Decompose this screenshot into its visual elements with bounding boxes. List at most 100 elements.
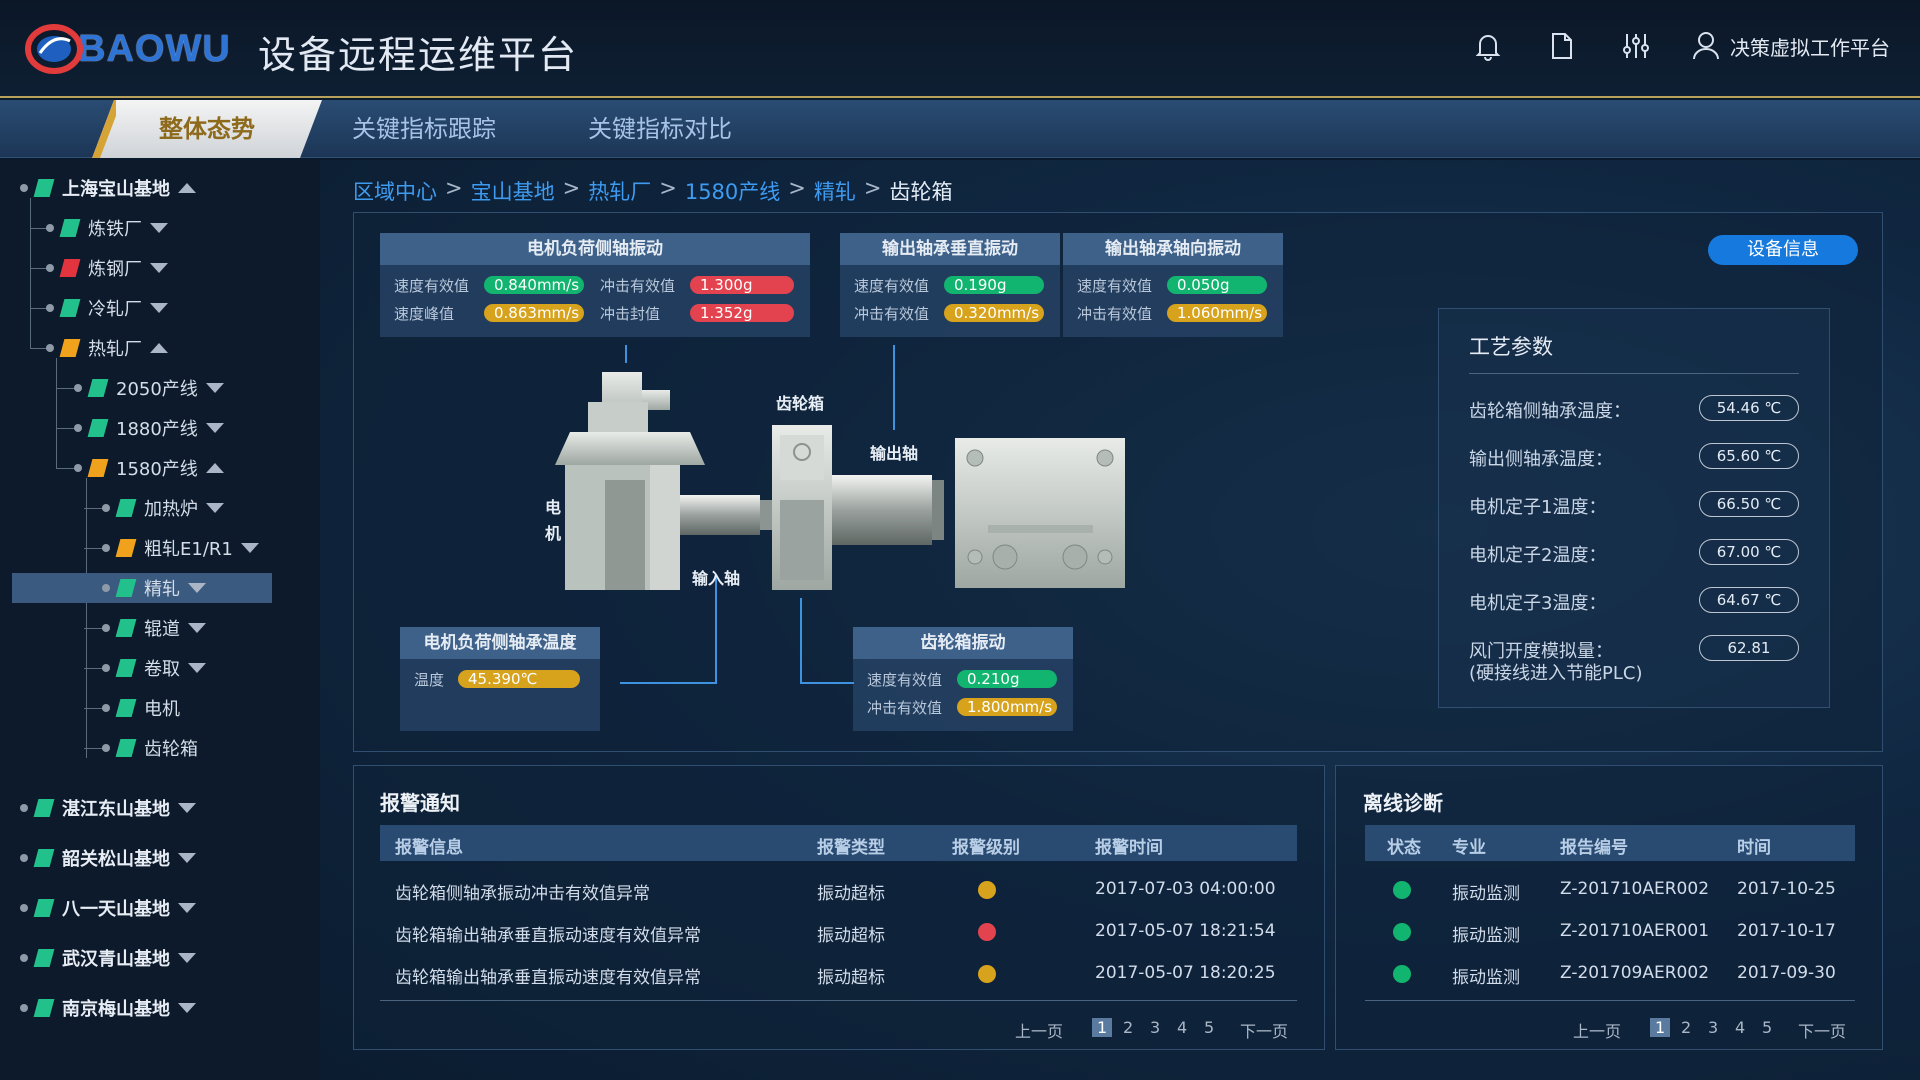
tree-item[interactable]: 炼钢厂 — [46, 253, 168, 283]
tree-item[interactable]: 1580产线 — [74, 453, 224, 483]
tree-item[interactable]: 2050产线 — [74, 373, 224, 403]
tree-item[interactable]: 辊道 — [102, 613, 206, 643]
tree-item[interactable]: 粗轧E1/R1 — [102, 533, 259, 563]
offline-row[interactable]: 振动监测 Z-201709AER002 2017-09-30 — [1365, 959, 1855, 989]
tree-item[interactable]: 湛江东山基地 — [20, 793, 196, 823]
tree-node-dot — [74, 384, 82, 392]
tab-kpi-tracking[interactable]: 关键指标跟踪 — [352, 100, 496, 158]
caret-down-icon[interactable] — [150, 303, 168, 313]
pager-page[interactable]: 2 — [1681, 1018, 1691, 1037]
caret-down-icon[interactable] — [188, 583, 206, 593]
pager-page[interactable]: 5 — [1204, 1018, 1214, 1037]
col-alarm-time: 报警时间 — [1095, 838, 1163, 858]
motor-shape — [555, 372, 705, 590]
load-block-shape — [955, 438, 1125, 588]
caret-down-icon[interactable] — [178, 853, 196, 863]
caret-down-icon[interactable] — [205, 423, 224, 433]
tree-item[interactable]: 齿轮箱 — [102, 733, 198, 763]
tab-overall[interactable]: 整体态势 — [92, 100, 322, 158]
tree-item[interactable]: 精轧 — [12, 573, 272, 603]
gearbox-shape — [772, 425, 832, 590]
tree-item[interactable]: 武汉青山基地 — [20, 943, 196, 973]
pager-page[interactable]: 4 — [1735, 1018, 1745, 1037]
status-flag-icon — [115, 499, 137, 517]
tree-item[interactable]: 卷取 — [102, 653, 206, 683]
breadcrumb-plant[interactable]: 热轧厂 — [588, 176, 651, 206]
tree-item[interactable]: 南京梅山基地 — [20, 993, 196, 1023]
alarm-info: 齿轮箱输出轴承垂直振动速度有效值异常 — [395, 926, 701, 946]
bell-icon[interactable] — [1470, 28, 1506, 64]
pager-page[interactable]: 5 — [1762, 1018, 1772, 1037]
alarm-row[interactable]: 齿轮箱输出轴承垂直振动速度有效值异常 振动超标 2017-05-07 18:20… — [380, 959, 1297, 989]
breadcrumb-section[interactable]: 精轧 — [814, 176, 856, 206]
tree-item-label: 炼铁厂 — [88, 219, 142, 240]
caret-down-icon[interactable] — [178, 903, 196, 913]
tree-node-dot — [20, 954, 28, 962]
connector-line — [620, 682, 717, 684]
tree-item[interactable]: 加热炉 — [102, 493, 224, 523]
caret-down-icon[interactable] — [206, 503, 224, 513]
caret-up-icon[interactable] — [150, 343, 168, 353]
caret-down-icon[interactable] — [178, 803, 196, 813]
caret-down-icon[interactable] — [150, 263, 168, 273]
alarm-row[interactable]: 齿轮箱侧轴承振动冲击有效值异常 振动超标 2017-07-03 04:00:00 — [380, 875, 1297, 905]
param-label: 输出侧轴承温度： — [1469, 449, 1613, 470]
metric-label: 速度有效值 — [1077, 276, 1153, 295]
caret-up-icon[interactable] — [205, 463, 224, 473]
breadcrumb-region[interactable]: 区域中心 — [353, 176, 437, 206]
tree-node-dot — [20, 854, 28, 862]
caret-down-icon[interactable] — [178, 953, 196, 963]
tree-item[interactable]: 八一天山基地 — [20, 893, 196, 923]
tree-item[interactable]: 冷轧厂 — [46, 293, 168, 323]
tree-item-label: 上海宝山基地 — [62, 179, 170, 200]
pager-page[interactable]: 1 — [1650, 1018, 1671, 1037]
document-icon[interactable] — [1544, 28, 1580, 64]
user-menu[interactable]: 决策虚拟工作平台 — [1692, 31, 1890, 61]
caret-down-icon[interactable] — [188, 663, 206, 673]
tree-item[interactable]: 热轧厂 — [46, 333, 168, 363]
caret-down-icon[interactable] — [240, 543, 259, 553]
pager-page[interactable]: 1 — [1092, 1018, 1113, 1037]
tree-item-label: 精轧 — [144, 579, 180, 600]
sliders-icon[interactable] — [1618, 28, 1654, 64]
offline-time: 2017-10-17 — [1737, 921, 1836, 941]
param-value: 67.00 ℃ — [1699, 539, 1799, 565]
caret-up-icon[interactable] — [178, 183, 196, 193]
pager-page[interactable]: 3 — [1150, 1018, 1160, 1037]
caret-down-icon[interactable] — [205, 383, 224, 393]
tree-item[interactable]: 电机 — [102, 693, 180, 723]
caret-down-icon[interactable] — [178, 1003, 196, 1013]
pager-prev[interactable]: 上一页 — [1573, 1018, 1621, 1042]
metric-label: 速度有效值 — [854, 276, 930, 295]
caret-down-icon[interactable] — [150, 223, 168, 233]
pager-next[interactable]: 下一页 — [1798, 1018, 1846, 1042]
pager-page[interactable]: 2 — [1123, 1018, 1133, 1037]
connector-line — [625, 345, 627, 363]
status-flag-icon — [33, 799, 55, 817]
param-label-note: (硬接线进入节能PLC) — [1469, 663, 1643, 684]
offline-row[interactable]: 振动监测 Z-201710AER002 2017-10-25 — [1365, 875, 1855, 905]
tree-item[interactable]: 1880产线 — [74, 413, 224, 443]
caret-down-icon[interactable] — [188, 623, 206, 633]
pager-prev[interactable]: 上一页 — [1015, 1018, 1063, 1042]
tree-item[interactable]: 韶关松山基地 — [20, 843, 196, 873]
offline-row[interactable]: 振动监测 Z-201710AER001 2017-10-17 — [1365, 917, 1855, 947]
tab-kpi-compare[interactable]: 关键指标对比 — [588, 100, 732, 158]
alarm-row[interactable]: 齿轮箱输出轴承垂直振动速度有效值异常 振动超标 2017-05-07 18:21… — [380, 917, 1297, 947]
tree-item[interactable]: 炼铁厂 — [46, 213, 168, 243]
breadcrumb-base[interactable]: 宝山基地 — [471, 176, 555, 206]
metric-box-output-vertical: 输出轴承垂直振动 速度有效值 0.190g 冲击有效值 0.320mm/s — [840, 233, 1060, 337]
pager-page[interactable]: 4 — [1177, 1018, 1187, 1037]
pager-page[interactable]: 3 — [1708, 1018, 1718, 1037]
breadcrumb-line[interactable]: 1580产线 — [685, 176, 780, 206]
tree-item-label: 辊道 — [144, 619, 180, 640]
top-bar: BAOWU 设备远程运维平台 决策虚拟工作平台 — [0, 0, 1920, 98]
metric-value: 0.050g — [1167, 276, 1267, 294]
offline-report: Z-201710AER001 — [1560, 921, 1710, 941]
status-flag-icon — [33, 949, 55, 967]
status-flag-icon — [33, 179, 55, 197]
tree-item[interactable]: 上海宝山基地 — [20, 173, 196, 203]
equipment-info-button[interactable]: 设备信息 — [1708, 235, 1858, 265]
pager-next[interactable]: 下一页 — [1240, 1018, 1288, 1042]
baowu-logo[interactable]: BAOWU — [24, 22, 231, 76]
